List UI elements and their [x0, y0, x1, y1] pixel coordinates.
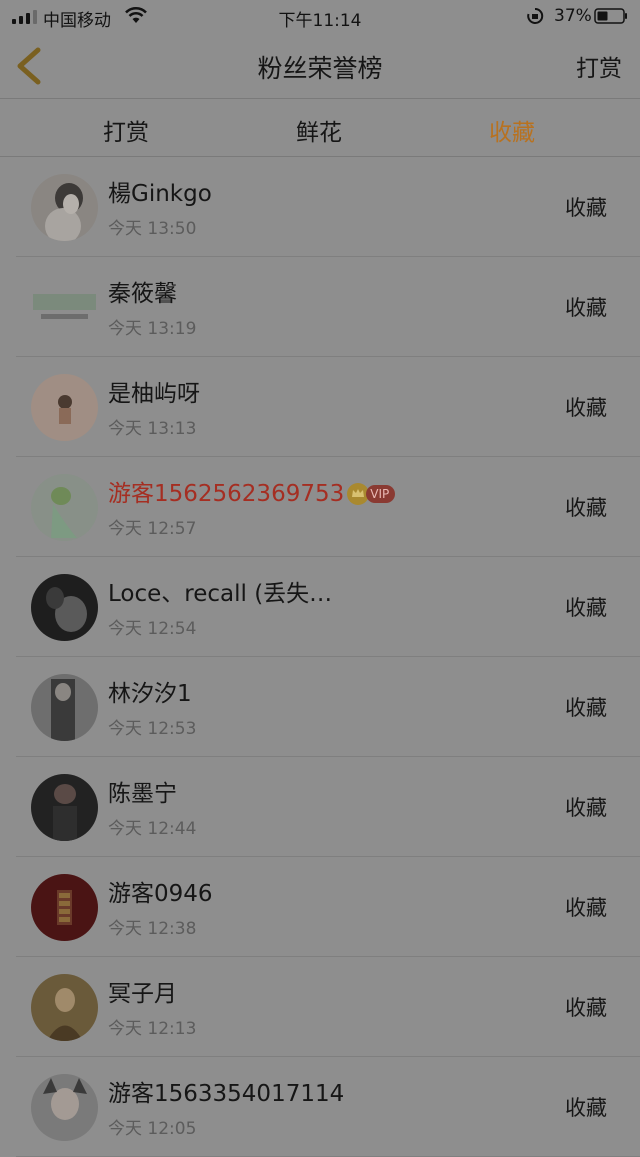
timestamp: 今天 12:38: [108, 919, 197, 939]
tab-bar: 打赏 鲜花 收藏: [0, 99, 640, 157]
list-item[interactable]: 是柚屿呀 今天 13:13 收藏: [0, 357, 640, 457]
favorite-label: 收藏: [565, 796, 607, 820]
timestamp: 今天 12:54: [108, 619, 197, 639]
timestamp: 今天 13:19: [108, 319, 197, 339]
timestamp: 今天 12:05: [108, 1119, 197, 1139]
user-name: 楊Ginkgo: [108, 181, 212, 207]
list-item[interactable]: Loce、recall (丢失… 今天 12:54 收藏: [0, 557, 640, 657]
avatar[interactable]: [31, 174, 98, 241]
favorite-label: 收藏: [565, 396, 607, 420]
rotation-lock-icon: [527, 7, 544, 24]
avatar[interactable]: [31, 274, 98, 341]
avatar[interactable]: [31, 374, 98, 441]
list-item[interactable]: 游客0946 今天 12:38 收藏: [0, 857, 640, 957]
status-bar: 中国移动 下午11:14 37%: [0, 0, 640, 34]
favorite-label: 收藏: [565, 196, 607, 220]
page-title: 粉丝荣誉榜: [257, 54, 383, 83]
avatar[interactable]: [31, 674, 98, 741]
list-item[interactable]: 游客1563354017114 今天 12:05 收藏: [0, 1057, 640, 1157]
timestamp: 今天 12:44: [108, 819, 197, 839]
battery-percentage: 37%: [554, 6, 592, 26]
user-name: 秦筱馨: [108, 281, 177, 307]
tab-flowers[interactable]: 鲜花: [239, 113, 399, 147]
avatar[interactable]: [31, 574, 98, 641]
avatar[interactable]: [31, 774, 98, 841]
tip-button[interactable]: 打赏: [576, 49, 622, 83]
favorite-label: 收藏: [565, 1096, 607, 1120]
favorite-label: 收藏: [565, 696, 607, 720]
tab-tip[interactable]: 打赏: [46, 113, 206, 147]
avatar[interactable]: [31, 874, 98, 941]
avatar[interactable]: [31, 1074, 98, 1141]
user-name: 冥子月: [108, 981, 177, 1007]
user-name: 林汐汐1: [108, 681, 192, 707]
user-name-vip: 游客1562562369753 VIP: [108, 479, 396, 509]
list-item[interactable]: 冥子月 今天 12:13 收藏: [0, 957, 640, 1057]
favorite-label: 收藏: [565, 896, 607, 920]
avatar[interactable]: [31, 474, 98, 541]
user-name: 游客1563354017114: [108, 1081, 345, 1107]
timestamp: 今天 13:13: [108, 419, 197, 439]
user-name: 游客1562562369753: [108, 481, 345, 507]
timestamp: 今天 12:53: [108, 719, 197, 739]
list-item[interactable]: 楊Ginkgo 今天 13:50 收藏: [0, 157, 640, 257]
status-time: 下午11:14: [278, 11, 362, 31]
list-item[interactable]: 林汐汐1 今天 12:53 收藏: [0, 657, 640, 757]
tab-favorites[interactable]: 收藏: [432, 113, 592, 147]
list-item[interactable]: 秦筱馨 今天 13:19 收藏: [0, 257, 640, 357]
list-item[interactable]: 游客1562562369753 VIP 今天 12:57 收藏: [0, 457, 640, 557]
battery-icon: [594, 8, 627, 24]
favorite-label: 收藏: [565, 996, 607, 1020]
user-name: 陈墨宁: [108, 781, 177, 807]
timestamp: 今天 12:57: [108, 519, 197, 539]
fan-list: 楊Ginkgo 今天 13:50 收藏 秦筱馨 今天 13:19 收藏 是柚屿呀…: [0, 157, 640, 1157]
vip-badge: VIP: [366, 485, 396, 503]
user-name: 游客0946: [108, 881, 213, 907]
favorite-label: 收藏: [565, 496, 607, 520]
favorite-label: 收藏: [565, 296, 607, 320]
timestamp: 今天 13:50: [108, 219, 197, 239]
nav-bar: 粉丝荣誉榜 打赏: [0, 34, 640, 99]
favorite-label: 收藏: [565, 596, 607, 620]
list-item[interactable]: 陈墨宁 今天 12:44 收藏: [0, 757, 640, 857]
user-name: Loce、recall (丢失…: [108, 581, 333, 607]
timestamp: 今天 12:13: [108, 1019, 197, 1039]
user-name: 是柚屿呀: [108, 381, 200, 407]
avatar[interactable]: [31, 974, 98, 1041]
